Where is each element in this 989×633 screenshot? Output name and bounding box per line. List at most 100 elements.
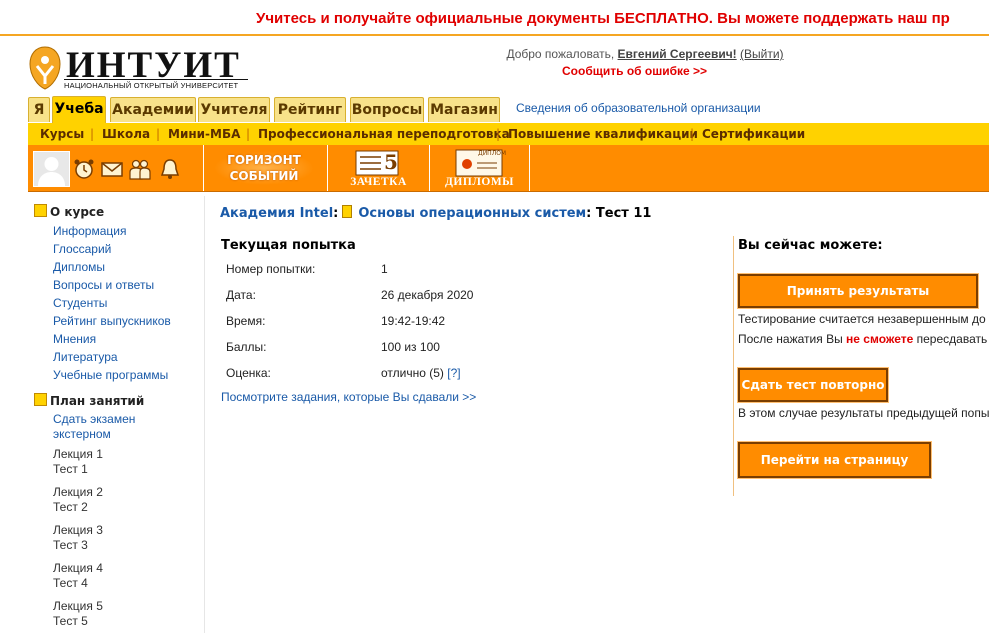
- avatar[interactable]: [33, 151, 70, 187]
- retake-note: В этом случае результаты предыдущей попы: [738, 406, 989, 420]
- accept-note-2-suffix: пересдавать: [913, 332, 988, 346]
- subnav-separator: |: [156, 127, 161, 141]
- accept-note-2-warning: не сможете: [846, 332, 914, 346]
- folder-icon: [34, 393, 47, 406]
- time-value: 19:42-19:42: [381, 314, 446, 328]
- subnav-advanced-training[interactable]: Повышение квалификации: [508, 127, 698, 141]
- welcome-line: Добро пожаловать, Евгений Сергеевич! (Вы…: [460, 47, 830, 61]
- toolbar-icons: [28, 145, 204, 191]
- sidebar-item-reviews[interactable]: Мнения: [53, 332, 96, 346]
- events-horizon-button[interactable]: ГОРИЗОНТ СОБЫТИЙ: [204, 145, 328, 191]
- sidebar-item-curricula[interactable]: Учебные программы: [53, 368, 168, 382]
- logo-rule: [64, 79, 248, 80]
- breadcrumb-academy[interactable]: Академия Intel: [220, 206, 333, 221]
- actions-title: Вы сейчас можете:: [738, 238, 883, 253]
- promo-banner[interactable]: Учитесь и получайте официальные документ…: [0, 0, 989, 36]
- sidebar-item-diplomas[interactable]: Дипломы: [53, 260, 105, 274]
- go-to-course-button[interactable]: Перейти на страницу курса: [737, 441, 932, 499]
- welcome-prefix: Добро пожаловать,: [506, 47, 618, 61]
- subnav-mini-mba[interactable]: Мини-МБА: [168, 127, 240, 141]
- accept-results-button[interactable]: Принять результаты тестирования: [737, 273, 979, 328]
- subnav-separator: |: [246, 127, 251, 141]
- attempt-number-value: 1: [381, 262, 388, 276]
- tab-rating[interactable]: Рейтинг: [274, 97, 346, 122]
- accept-note-2: После нажатия Вы не сможете пересдавать: [738, 332, 987, 346]
- accept-note-1: Тестирование считается незавершенным до …: [738, 312, 989, 326]
- org-info-link[interactable]: Сведения об образовательной организации: [516, 101, 761, 115]
- promo-banner-text: Учитесь и получайте официальные документ…: [256, 10, 950, 27]
- external-exam-link-line2[interactable]: экстерном: [53, 427, 111, 441]
- sidebar-item-students[interactable]: Студенты: [53, 296, 107, 310]
- subnav-courses[interactable]: Курсы: [40, 127, 84, 141]
- sidebar-item-info[interactable]: Информация: [53, 224, 126, 238]
- test-item[interactable]: Тест 4: [53, 576, 88, 590]
- logo-subtitle: НАЦИОНАЛЬНЫЙ ОТКРЫТЫЙ УНИВЕРСИТЕТ: [64, 81, 239, 90]
- score-value: 100 из 100: [381, 340, 440, 354]
- lecture-item[interactable]: Лекция 1: [53, 447, 103, 461]
- diplomas-button[interactable]: ДИПЛОМ ДИПЛОМЫ: [430, 145, 530, 191]
- grade-help-link[interactable]: [?]: [447, 366, 460, 380]
- test-item[interactable]: Тест 2: [53, 500, 88, 514]
- subnav-certifications[interactable]: Сертификации: [702, 127, 805, 141]
- tab-academies[interactable]: Академии: [110, 97, 196, 122]
- study-plan-heading[interactable]: План занятий: [34, 393, 144, 408]
- sidebar-item-graduates-rating[interactable]: Рейтинг выпускников: [53, 314, 171, 328]
- score-label: Баллы:: [226, 340, 267, 354]
- folder-icon: [34, 204, 47, 217]
- tab-shop[interactable]: Магазин: [428, 97, 500, 122]
- friends-icon[interactable]: [128, 157, 152, 181]
- breadcrumb-course[interactable]: Основы операционных систем: [358, 206, 586, 221]
- test-item[interactable]: Тест 5: [53, 614, 88, 628]
- subnav-separator: |: [690, 127, 695, 141]
- tab-teachers[interactable]: Учителя: [198, 97, 270, 122]
- tab-questions[interactable]: Вопросы: [350, 97, 424, 122]
- accept-note-2-prefix: После нажатия Вы: [738, 332, 847, 346]
- grade-label: Оценка:: [226, 366, 271, 380]
- envelope-icon[interactable]: [100, 157, 124, 181]
- about-course-heading[interactable]: О курсе: [34, 204, 104, 219]
- study-plan-title: План занятий: [50, 394, 145, 408]
- record-book-button[interactable]: 5 ЗАЧЕТКА: [328, 145, 430, 191]
- tab-study[interactable]: Учеба: [52, 96, 106, 123]
- lecture-item[interactable]: Лекция 4: [53, 561, 103, 575]
- sidebar-divider: [204, 196, 205, 633]
- subnav-separator: |: [90, 127, 95, 141]
- time-label: Время:: [226, 314, 266, 328]
- lecture-item[interactable]: Лекция 5: [53, 599, 103, 613]
- report-error-link[interactable]: Сообщить об ошибке >>: [562, 64, 707, 78]
- see-submitted-tasks-link[interactable]: Посмотрите задания, которые Вы сдавали >…: [221, 390, 476, 404]
- user-name-link[interactable]: Евгений Сергеевич!: [618, 47, 737, 61]
- sub-navigation: Курсы | Школа | Мини-МБА | Профессиональ…: [28, 123, 989, 145]
- lecture-item[interactable]: Лекция 3: [53, 523, 103, 537]
- record-book-number: 5: [384, 150, 398, 174]
- sidebar-item-faq[interactable]: Вопросы и ответы: [53, 278, 154, 292]
- breadcrumb-colon: :: [333, 206, 339, 221]
- bell-icon[interactable]: [158, 157, 182, 181]
- subnav-school[interactable]: Школа: [102, 127, 150, 141]
- lecture-item[interactable]: Лекция 2: [53, 485, 103, 499]
- sidebar-item-literature[interactable]: Литература: [53, 350, 118, 364]
- toolbar: ГОРИЗОНТ СОБЫТИЙ 5 ЗАЧЕТКА ДИПЛОМ ДИПЛОМ…: [28, 145, 989, 192]
- diploma-tag: ДИПЛОМ: [478, 150, 507, 157]
- horizon-line1: ГОРИЗОНТ: [227, 153, 301, 167]
- about-course-title: О курсе: [50, 205, 105, 219]
- logo-emblem-icon: [29, 46, 61, 90]
- subnav-retraining[interactable]: Профессиональная переподготовка: [258, 127, 510, 141]
- date-label: Дата:: [226, 288, 256, 302]
- test-item[interactable]: Тест 3: [53, 538, 88, 552]
- subnav-separator: |: [496, 127, 501, 141]
- intuit-logo[interactable]: ИНТУИТ НАЦИОНАЛЬНЫЙ ОТКРЫТЫЙ УНИВЕРСИТЕТ: [28, 44, 250, 92]
- alarm-clock-icon[interactable]: [72, 157, 96, 181]
- avatar-silhouette-icon: [38, 157, 65, 186]
- logout-link[interactable]: (Выйти): [740, 47, 784, 61]
- attempt-number-label: Номер попытки:: [226, 262, 316, 276]
- test-item[interactable]: Тест 1: [53, 462, 88, 476]
- sidebar-item-glossary[interactable]: Глоссарий: [53, 242, 111, 256]
- breadcrumb-current: : Тест 11: [586, 206, 652, 221]
- current-attempt-title: Текущая попытка: [221, 238, 356, 253]
- external-exam-link[interactable]: Сдать экзамен: [53, 412, 135, 426]
- grade-row: отлично (5) [?]: [381, 366, 461, 380]
- tab-me[interactable]: Я: [28, 97, 50, 122]
- retake-test-button[interactable]: Сдать тест повторно: [737, 367, 889, 403]
- breadcrumb: Академия Intel: Основы операционных систе…: [220, 205, 651, 221]
